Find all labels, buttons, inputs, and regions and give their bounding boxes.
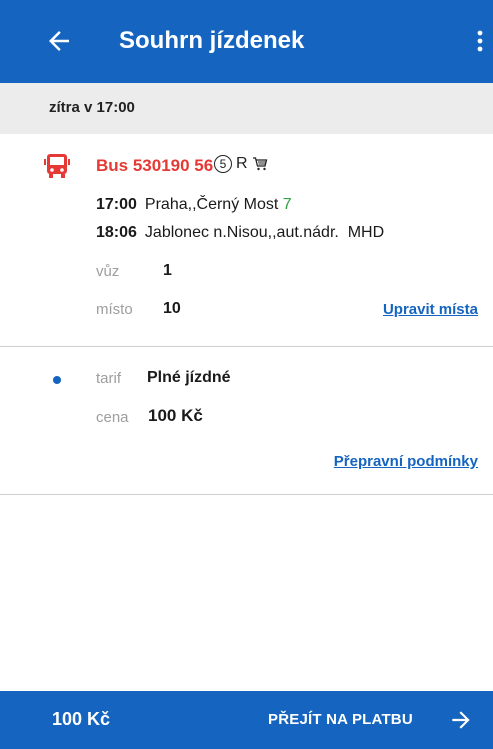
- arrival-stop: Jablonec n.Nisou,,aut.nádr. MHD: [144, 224, 385, 241]
- price-label: cena: [96, 409, 129, 426]
- proceed-to-payment-button[interactable]: PŘEJÍT NA PLATBU: [268, 711, 413, 728]
- arrival-row: 18:06 Jablonec n.Nisou,,aut.nádr. MHD: [96, 224, 384, 242]
- car-label: vůz: [96, 263, 120, 280]
- cart-icon: [252, 157, 267, 171]
- seat-value: 10: [163, 300, 181, 317]
- bus-line-name: Bus 530190 56: [96, 156, 214, 175]
- edit-seats-link[interactable]: Upravit místa: [383, 301, 478, 318]
- departure-row: 17:00 Praha,,Černý Most 7: [96, 196, 292, 214]
- price-value: 100 Kč: [148, 406, 203, 425]
- payment-bar: 100 Kč PŘEJÍT NA PLATBU: [0, 691, 493, 749]
- arrow-right-icon[interactable]: [448, 707, 474, 733]
- app-bar: Souhrn jízdenek: [0, 0, 493, 83]
- departure-stop: Praha,,Černý Most: [144, 196, 279, 213]
- badge-letter: R: [236, 155, 248, 172]
- arrival-time: 18:06: [96, 224, 137, 241]
- bus-icon: [44, 154, 70, 178]
- arrow-left-icon[interactable]: [44, 26, 74, 56]
- more-vertical-icon[interactable]: [470, 26, 490, 56]
- tarif-label: tarif: [96, 370, 122, 387]
- seat-label: místo: [96, 301, 133, 318]
- departure-platform: 7: [282, 196, 292, 213]
- connection-section: Bus 530190 56 5 R 17:00 Praha,,Černý Most…: [0, 134, 493, 347]
- day-header: zítra v 17:00: [0, 83, 493, 134]
- bullet-dot: [53, 376, 61, 384]
- transport-conditions-link[interactable]: Přepravní podmínky: [334, 453, 478, 470]
- car-value: 1: [163, 262, 172, 279]
- tarif-value: Plné jízdné: [147, 369, 231, 386]
- badge-circle: 5: [214, 155, 232, 173]
- tariff-section: tarif Plné jízdné cena 100 Kč Přepravní …: [0, 348, 493, 495]
- total-price: 100 Kč: [52, 709, 111, 729]
- day-label: zítra v 17:00: [49, 99, 135, 116]
- page-title: Souhrn jízdenek: [119, 27, 305, 54]
- bus-badges: 5 R: [214, 155, 268, 173]
- departure-time: 17:00: [96, 196, 137, 213]
